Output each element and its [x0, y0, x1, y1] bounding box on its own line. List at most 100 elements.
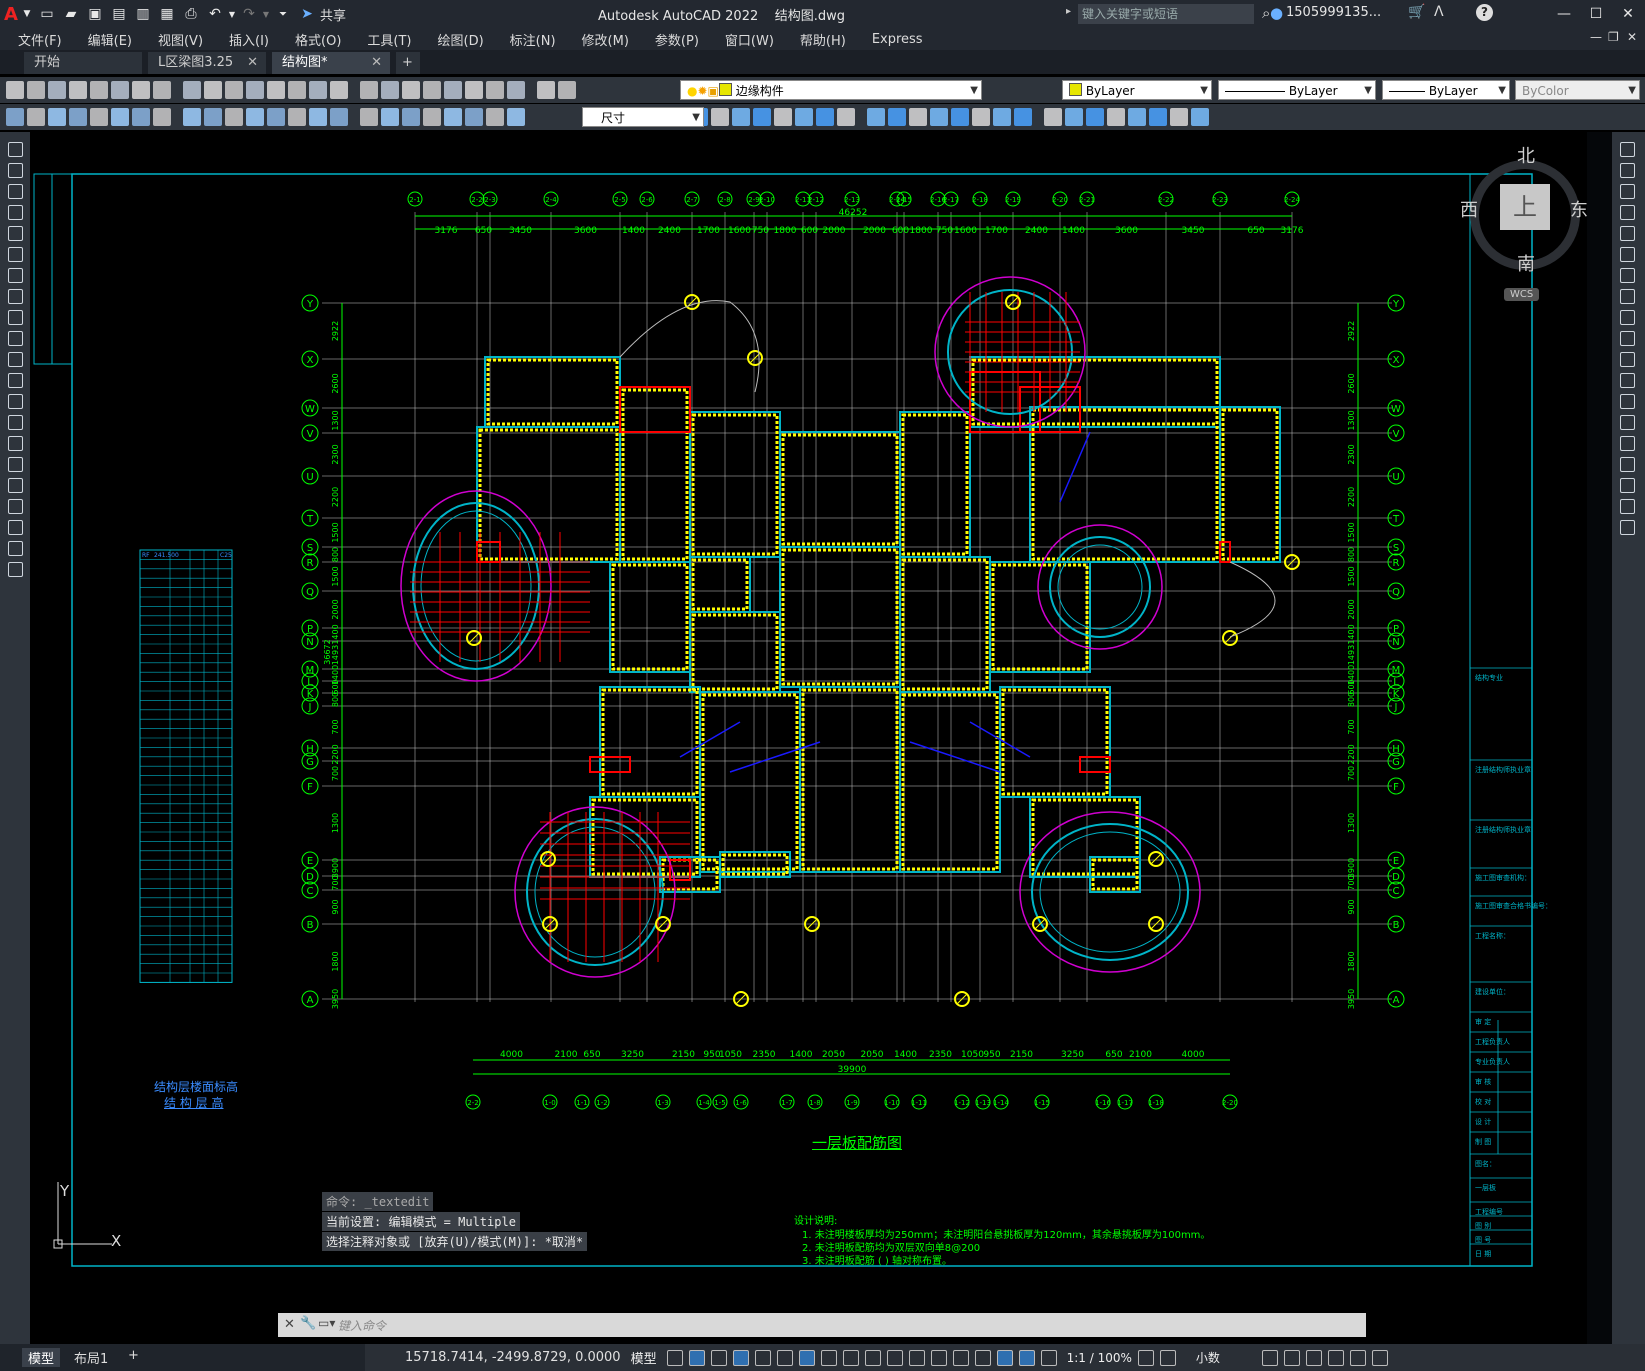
preview-icon[interactable] — [90, 81, 108, 99]
share-label[interactable]: 共享 — [320, 5, 346, 24]
tab-model[interactable]: 模型 — [22, 1348, 61, 1367]
copy-object-icon[interactable] — [711, 108, 729, 126]
object-snap-toggle-icon[interactable] — [820, 1349, 837, 1366]
paste-icon[interactable] — [183, 81, 201, 99]
linear-dim-icon[interactable] — [444, 108, 462, 126]
blend-icon[interactable] — [1620, 478, 1635, 493]
trim-icon[interactable] — [888, 108, 906, 126]
continue-icon[interactable] — [225, 108, 243, 126]
new-tab-button[interactable]: + — [396, 52, 420, 74]
units-dropdown[interactable]: 小数 — [1196, 1349, 1256, 1366]
customize-qa-icon[interactable]: ⏷ — [272, 3, 294, 25]
layer-state-icon[interactable] — [537, 81, 555, 99]
auto-scale-toggle-icon[interactable] — [1018, 1349, 1035, 1366]
menu-insert[interactable]: 插入(I) — [216, 30, 282, 49]
fillet-icon[interactable] — [993, 108, 1011, 126]
scale-icon[interactable] — [1620, 289, 1635, 304]
insert-block-icon[interactable] — [8, 373, 23, 388]
move-icon[interactable] — [1620, 247, 1635, 262]
sheet-set-icon[interactable] — [423, 81, 441, 99]
undo-icon[interactable] — [225, 81, 243, 99]
tab-layout1[interactable]: 布局1 — [74, 1348, 108, 1367]
hatch-icon[interactable] — [8, 436, 23, 451]
insert-icon[interactable] — [1170, 108, 1188, 126]
close-icon[interactable]: ✕ — [1617, 3, 1639, 25]
color-dropdown[interactable]: ByLayer ▼ — [1062, 80, 1212, 100]
attribute-icon[interactable] — [1191, 108, 1209, 126]
object-snap-tracking-toggle-icon[interactable] — [798, 1349, 815, 1366]
menu-modify[interactable]: 修改(M) — [569, 30, 642, 49]
redo-icon[interactable] — [246, 81, 264, 99]
linetype-dropdown[interactable]: ByLayer ▼ — [1218, 80, 1376, 100]
menu-draw[interactable]: 绘图(D) — [425, 30, 497, 49]
tab-close-icon[interactable]: ✕ — [247, 52, 258, 74]
circle-icon[interactable] — [8, 268, 23, 283]
user-icon[interactable]: ● — [1270, 4, 1283, 22]
quick-properties-icon[interactable] — [1261, 1349, 1278, 1366]
undo-icon[interactable]: ↶ — [204, 3, 226, 25]
properties-icon[interactable] — [360, 81, 378, 99]
menu-express[interactable]: Express — [859, 32, 936, 47]
add-layout-button[interactable]: + — [128, 1348, 139, 1363]
trim-icon[interactable] — [1620, 331, 1635, 346]
match-properties-icon[interactable] — [204, 81, 222, 99]
autodesk-a-icon[interactable]: Ʌ — [1434, 4, 1444, 20]
array-icon[interactable] — [774, 108, 792, 126]
open-icon[interactable] — [27, 81, 45, 99]
dim-edit-icon[interactable] — [381, 108, 399, 126]
doc-restore-icon[interactable]: ❐ — [1608, 30, 1619, 44]
save-as-icon[interactable]: ▤ — [108, 3, 130, 25]
spline-icon[interactable] — [8, 310, 23, 325]
region-icon[interactable] — [8, 478, 23, 493]
menu-file[interactable]: 文件(F) — [0, 30, 75, 49]
zoom-window-icon[interactable] — [309, 81, 327, 99]
menu-window[interactable]: 窗口(W) — [712, 30, 787, 49]
mirror-icon[interactable] — [1620, 184, 1635, 199]
revcloud-icon[interactable] — [8, 289, 23, 304]
tab-close-icon[interactable]: ✕ — [371, 52, 382, 74]
search-input[interactable]: 键入关键字或短语 — [1078, 4, 1254, 24]
compass-east[interactable]: 东 — [1570, 196, 1587, 222]
tolerance-icon[interactable] — [288, 108, 306, 126]
command-line[interactable]: ✕ 🔧 ▭▾ 键入命令 — [278, 1313, 1366, 1337]
autocad-logo-icon[interactable]: A — [0, 3, 22, 25]
open-folder-icon[interactable]: ▰ — [60, 3, 82, 25]
break-icon[interactable] — [1620, 394, 1635, 409]
ordinate-icon[interactable] — [69, 108, 87, 126]
zoom-previous-icon[interactable] — [330, 81, 348, 99]
redo-dropdown-icon[interactable]: ▼ — [262, 3, 270, 25]
multiline-text-icon[interactable] — [8, 520, 23, 535]
drawing-svg[interactable]: 2-1 2-2 2-3 2-4 2-5 2-6 2-7 2-8 2-9 2-10 2-112-12 2… — [30, 132, 1587, 1344]
menu-parameter[interactable]: 参数(P) — [642, 30, 712, 49]
edit-polyline-icon[interactable] — [1620, 520, 1635, 535]
plus-annotation-icon[interactable] — [1159, 1349, 1176, 1366]
infer-toggle-icon[interactable] — [710, 1349, 727, 1366]
rotate-icon[interactable] — [816, 108, 834, 126]
plot-icon[interactable] — [69, 81, 87, 99]
explode-icon[interactable] — [1620, 499, 1635, 514]
jogged-icon[interactable] — [111, 108, 129, 126]
compass-south[interactable]: 南 — [1517, 250, 1535, 276]
user-account[interactable]: 1505999135... — [1286, 5, 1381, 20]
rectangle-icon[interactable] — [8, 226, 23, 241]
gizmo-toggle-icon[interactable] — [974, 1349, 991, 1366]
offset-icon[interactable] — [753, 108, 771, 126]
array-icon[interactable] — [1620, 226, 1635, 241]
undo-dropdown-icon[interactable]: ▼ — [228, 3, 236, 25]
break-icon[interactable] — [930, 108, 948, 126]
isodraft-toggle-icon[interactable] — [776, 1349, 793, 1366]
annotation-scale-toggle-icon[interactable] — [1040, 1349, 1057, 1366]
help-icon[interactable]: ? — [1476, 4, 1493, 21]
line-icon[interactable] — [8, 142, 23, 157]
transparency-toggle-icon[interactable] — [864, 1349, 881, 1366]
draw-order-icon[interactable] — [1044, 108, 1062, 126]
save-icon[interactable] — [48, 81, 66, 99]
mirror-icon[interactable] — [732, 108, 750, 126]
polygon-icon[interactable] — [8, 205, 23, 220]
quickcalc-icon[interactable] — [465, 81, 483, 99]
new-icon[interactable] — [6, 81, 24, 99]
rotate-icon[interactable] — [1620, 268, 1635, 283]
doc-minimize-icon[interactable]: — — [1590, 30, 1602, 44]
quick-dim-icon[interactable] — [183, 108, 201, 126]
dim-update-icon[interactable] — [423, 108, 441, 126]
